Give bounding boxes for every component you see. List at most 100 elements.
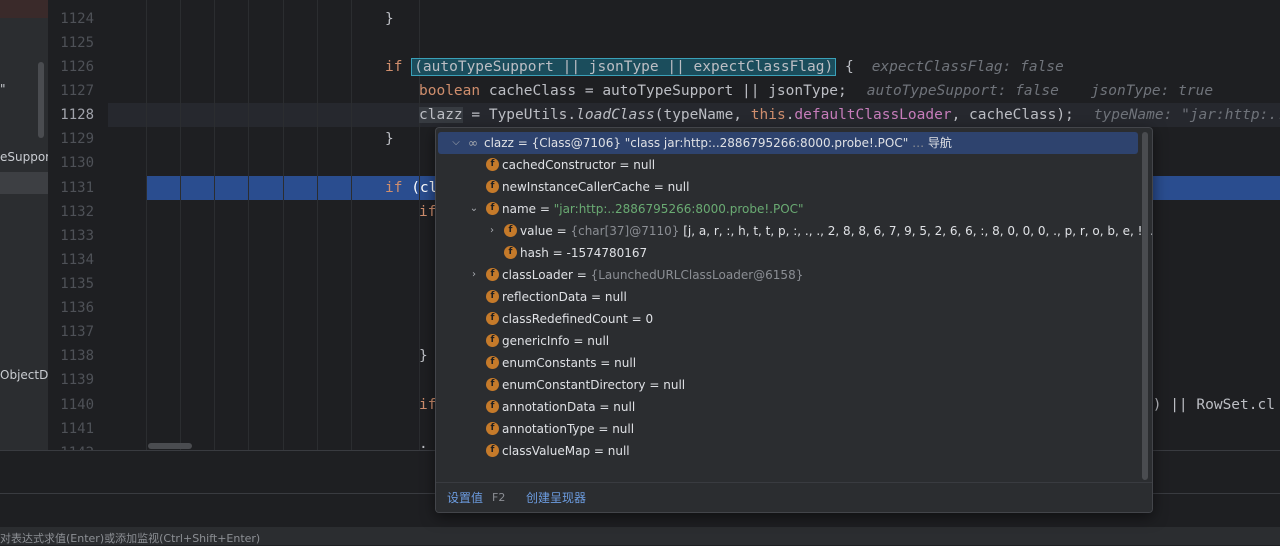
code-variable[interactable]: clazz [419, 107, 463, 123]
tree-row[interactable]: f hash = -1574780167 [438, 242, 1138, 264]
field-icon: f [486, 268, 499, 281]
equals-sign: = [590, 444, 608, 458]
field-name: classLoader [502, 268, 573, 282]
structure-item-selected[interactable] [0, 172, 48, 194]
tree-row[interactable]: f enumConstants = null [438, 352, 1138, 374]
code-text: . [419, 436, 428, 450]
equals-sign: = [594, 422, 613, 436]
tree-row[interactable]: f newInstanceCallerCache = null [438, 176, 1138, 198]
set-value-link[interactable]: 设置值 [447, 483, 483, 512]
evaluate-expression-hint[interactable]: 对表达式求值(Enter)或添加监视(Ctrl+Shift+Enter) [0, 527, 1280, 545]
field-value: null [613, 400, 636, 414]
field-value: [j, a, r, :, h, t, t, p, :, ., ., 2, 8, … [683, 224, 1152, 238]
structure-panel: " eSuppor ObjectDe [0, 0, 48, 450]
set-value-shortcut: F2 [492, 491, 506, 504]
popup-footer: 设置值 F2 创建呈现器 [436, 482, 1152, 512]
line-number: 1124 [60, 11, 94, 27]
tree-row[interactable]: › f value = {char[37]@7110} [j, a, r, :,… [438, 220, 1152, 242]
chevron-down-icon[interactable]: ⌄ [468, 198, 480, 220]
equals-sign: = [627, 312, 646, 326]
line-number-gutter[interactable]: 1124 1125 1126 1127 1128 1129 1130 1131 … [48, 0, 108, 450]
field-type: {LaunchedURLClassLoader@6158} [590, 268, 804, 282]
debugger-value-popup[interactable]: ⌵ ∞ clazz = {Class@7106} "class jar:http… [435, 127, 1153, 513]
field-value: null [607, 444, 630, 458]
line-number: 1126 [60, 59, 94, 75]
tree-row[interactable]: › f classLoader = {LaunchedURLClassLoade… [438, 264, 1138, 286]
line-number: 1127 [60, 83, 94, 99]
field-value: null [614, 356, 637, 370]
equals-sign: = [596, 356, 615, 370]
tree-row[interactable]: f cachedConstructor = null [438, 154, 1138, 176]
tree-row[interactable]: f reflectionData = null [438, 286, 1138, 308]
variable-type: {Class@7106} [531, 136, 621, 150]
tree-row[interactable]: f classRedefinedCount = 0 [438, 308, 1138, 330]
code-text: { [836, 59, 854, 75]
field-name: genericInfo [502, 334, 570, 348]
tree-row[interactable]: f classValueMap = null [438, 440, 1138, 462]
structure-item[interactable]: eSuppor [0, 150, 48, 164]
field-icon: f [486, 290, 499, 303]
indent-guide [351, 0, 352, 450]
code-line: . [419, 432, 428, 450]
field-value: null [604, 290, 627, 304]
equals-sign: = [536, 202, 554, 216]
horizontal-scrollbar[interactable] [148, 443, 192, 449]
equals-sign: = [645, 378, 664, 392]
tree-row-expanded[interactable]: ⌄ f name = "jar:http:..2886795266:8000.p… [438, 198, 1138, 220]
code-keyword: boolean [419, 83, 481, 99]
line-number: 1140 [60, 397, 94, 413]
field-icon: f [504, 224, 517, 237]
tree-row-root[interactable]: ⌵ ∞ clazz = {Class@7106} "class jar:http… [438, 132, 1138, 154]
create-renderer-link[interactable]: 创建呈现器 [526, 483, 586, 512]
line-number: 1125 [60, 35, 94, 51]
equals-sign: = [572, 268, 591, 282]
code-line: if [419, 200, 436, 224]
tree-row[interactable]: f annotationData = null [438, 396, 1138, 418]
code-line-fragment: z) || RowSet.cl [1144, 393, 1275, 417]
navigate-link[interactable]: 导航 [928, 136, 952, 150]
line-number: 1130 [60, 155, 94, 171]
inline-value-hint: typeName: "jar:http:..28 [1093, 107, 1280, 123]
chevron-down-icon[interactable]: ⌵ [450, 132, 462, 154]
inline-value-hint: expectClassFlag: false [871, 59, 1064, 75]
panel-tab-strip[interactable] [0, 0, 48, 18]
code-text: cacheClass = autoTypeSupport || jsonType… [480, 83, 847, 99]
field-name: reflectionData [502, 290, 588, 304]
field-icon: f [486, 422, 499, 435]
line-number: 1142 [60, 441, 94, 450]
code-field: defaultClassLoader [794, 107, 952, 123]
code-method: loadClass [576, 107, 655, 123]
code-text: , cacheClass); [951, 107, 1074, 123]
indent-guide [180, 0, 181, 450]
field-icon: f [486, 356, 499, 369]
code-keyword: if [419, 397, 437, 413]
tree-row[interactable]: f annotationType = null [438, 418, 1138, 440]
line-number: 1131 [60, 180, 94, 196]
code-text: } [385, 11, 394, 27]
selected-expression[interactable]: (autoTypeSupport || jsonType || expectCl… [411, 58, 837, 76]
field-value-string: "jar:http:..2886795266:8000.probe!.POC" [553, 202, 804, 216]
code-keyword: this [750, 107, 786, 123]
chevron-right-icon[interactable]: › [486, 220, 498, 242]
line-number: 1139 [60, 372, 94, 388]
field-value: null [612, 422, 635, 436]
field-name: classRedefinedCount [502, 312, 628, 326]
indent-guide [283, 0, 284, 450]
field-value: null [663, 378, 686, 392]
chevron-right-icon[interactable]: › [468, 264, 480, 286]
field-name: value [520, 224, 553, 238]
line-number: 1141 [60, 421, 94, 437]
more-ellipsis: … [908, 136, 928, 150]
popup-scrollbar[interactable] [1142, 132, 1148, 480]
tree-row[interactable]: f enumConstantDirectory = null [438, 374, 1138, 396]
field-value: null [667, 180, 690, 194]
field-icon: f [486, 312, 499, 325]
line-number: 1138 [60, 348, 94, 364]
structure-item[interactable]: ObjectDe [0, 368, 48, 382]
tree-row[interactable]: f genericInfo = null [438, 330, 1138, 352]
field-icon: f [486, 180, 499, 193]
inline-value-hint: autoTypeSupport: false [866, 83, 1059, 99]
line-number-current: 1128 [60, 107, 94, 123]
field-value: -1574780167 [566, 246, 648, 260]
panel-scrollbar[interactable] [38, 62, 44, 138]
